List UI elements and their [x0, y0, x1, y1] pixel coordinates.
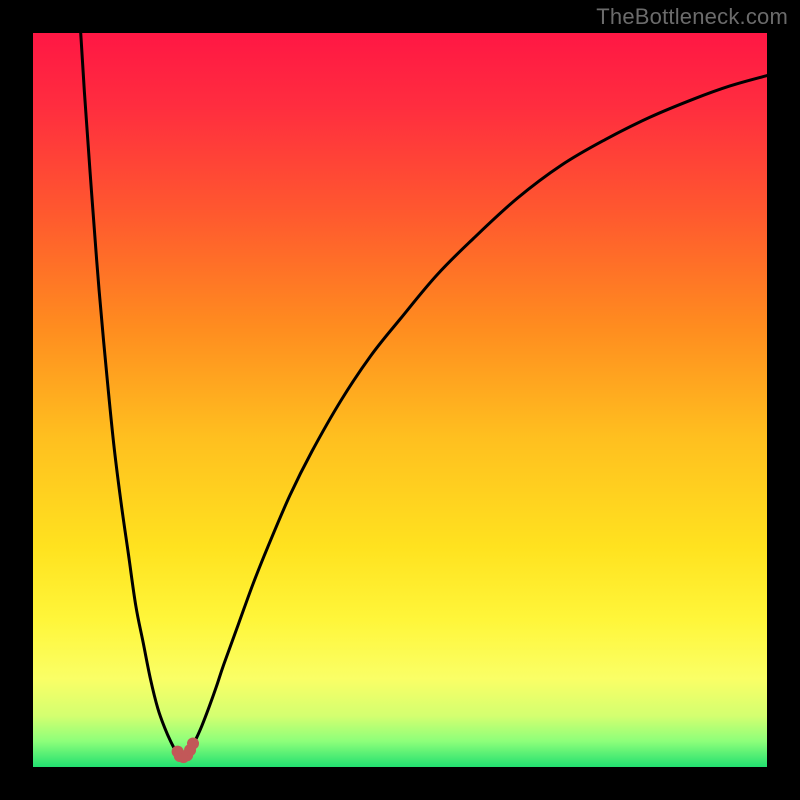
gradient-background: [33, 33, 767, 767]
bottleneck-chart: [0, 0, 800, 800]
trough-marker: [187, 738, 199, 750]
watermark-text: TheBottleneck.com: [596, 4, 788, 30]
chart-frame: TheBottleneck.com: [0, 0, 800, 800]
